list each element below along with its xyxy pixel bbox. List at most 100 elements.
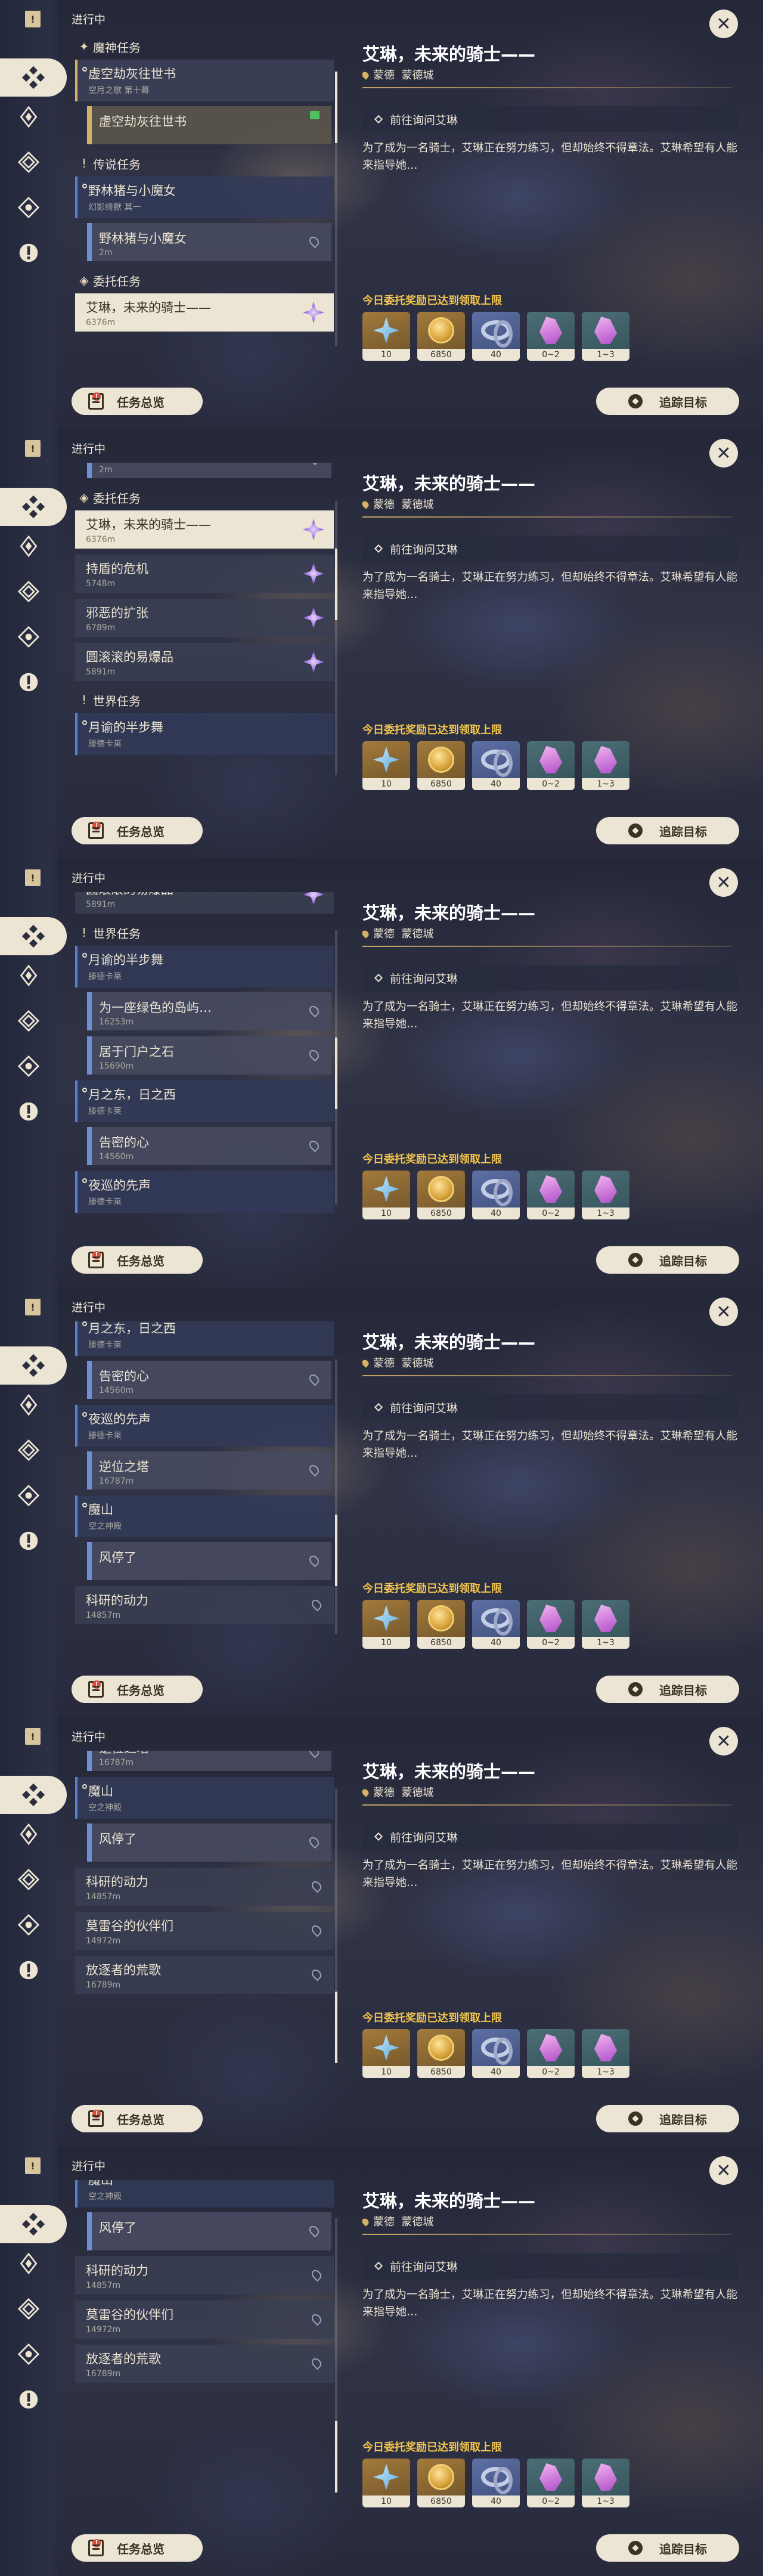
reward-item[interactable]: 6850 — [417, 312, 465, 361]
track-target-button[interactable]: 追踪目标 — [596, 388, 739, 415]
sidebar-archon-icon[interactable] — [17, 1393, 41, 1417]
sidebar-world-icon[interactable] — [17, 1100, 41, 1123]
quest-list[interactable]: 野林猪与小魔女2m ◈ 委托任务艾琳，未来的骑士—— 6376m 持盾的危机 5748m 邪… — [67, 463, 336, 807]
quest-group-card[interactable]: 月谕的半步舞 滕德卡莱 — [75, 713, 334, 755]
reward-item[interactable]: 0~2 — [527, 2029, 575, 2078]
quest-step-item[interactable]: 居于门户之石 15690m — [87, 1036, 331, 1075]
commission-item[interactable]: 持盾的危机 5748m — [75, 555, 334, 593]
sidebar-commission-icon[interactable] — [17, 1054, 41, 1078]
reward-item[interactable]: 10 — [362, 741, 410, 790]
sidebar-tab-all[interactable] — [0, 488, 67, 526]
track-target-button[interactable]: 追踪目标 — [596, 1246, 739, 1274]
quest-step-item[interactable]: 野林猪与小魔女2m — [87, 223, 331, 261]
sidebar-tab-all[interactable] — [0, 1776, 67, 1814]
sidebar-archon-icon[interactable] — [17, 964, 41, 987]
reward-item[interactable]: 1~3 — [582, 2459, 629, 2507]
commission-item[interactable]: 艾琳，未来的骑士—— 6376m — [75, 293, 334, 332]
commission-item[interactable]: 科研的动力 14857m — [75, 2256, 334, 2295]
reward-item[interactable]: 1~3 — [582, 2029, 629, 2078]
sidebar-tab-all[interactable] — [0, 58, 67, 97]
close-button[interactable]: ✕ — [709, 2156, 738, 2185]
sidebar-story-icon[interactable] — [17, 1009, 41, 1033]
reward-item[interactable]: 40 — [472, 1600, 520, 1649]
sidebar-story-icon[interactable] — [17, 580, 41, 603]
quest-step-item[interactable]: 告密的心 14560m — [87, 1361, 331, 1399]
close-button[interactable]: ✕ — [709, 1298, 738, 1326]
commission-item[interactable]: 圆滚滚的易爆品 5891m — [75, 892, 334, 914]
quest-group-card[interactable]: 魔山 空之神殿 — [75, 1777, 334, 1819]
sidebar-world-icon[interactable] — [17, 1958, 41, 1982]
quest-group-card[interactable]: 月之东，日之西 滕德卡莱 — [75, 1321, 334, 1356]
quest-overview-button[interactable]: ! 任务总览 — [72, 2534, 203, 2562]
list-scrollbar[interactable] — [335, 1789, 337, 2063]
list-scroll-thumb[interactable] — [335, 72, 337, 143]
sidebar-archon-icon[interactable] — [17, 2252, 41, 2275]
quest-group-card[interactable]: 月谕的半步舞 滕德卡莱 — [75, 946, 334, 987]
sidebar-world-icon[interactable] — [17, 1529, 41, 1553]
quest-group-card[interactable]: 魔山 空之神殿 — [75, 1496, 334, 1537]
track-target-button[interactable]: 追踪目标 — [596, 1676, 739, 1703]
reward-item[interactable]: 10 — [362, 2029, 410, 2078]
commission-item[interactable]: 莫雷谷的伙伴们 14972m — [75, 2301, 334, 2339]
reward-item[interactable]: 6850 — [417, 2029, 465, 2078]
sidebar-story-icon[interactable] — [17, 2297, 41, 2321]
commission-item[interactable]: 莫雷谷的伙伴们 14972m — [75, 1912, 334, 1950]
reward-item[interactable]: 40 — [472, 741, 520, 790]
list-scroll-thumb[interactable] — [335, 1515, 337, 1586]
reward-item[interactable]: 6850 — [417, 1600, 465, 1649]
quest-list[interactable]: 魔山 空之神殿风停了科研的动力 14857m 莫雷谷的伙伴们 14972m 放逐者的荒歌 1… — [67, 2180, 336, 2525]
reward-item[interactable]: 40 — [472, 2029, 520, 2078]
commission-item[interactable]: 放逐者的荒歌 16789m — [75, 1956, 334, 1994]
reward-item[interactable]: 10 — [362, 2459, 410, 2507]
quest-group-card[interactable]: 月之东，日之西 滕德卡莱 — [75, 1080, 334, 1122]
sidebar-world-icon[interactable] — [17, 670, 41, 694]
reward-item[interactable]: 1~3 — [582, 1600, 629, 1649]
reward-item[interactable]: 0~2 — [527, 2459, 575, 2507]
sidebar-commission-icon[interactable] — [17, 1913, 41, 1937]
sidebar-commission-icon[interactable] — [17, 196, 41, 219]
quest-list[interactable]: 月之东，日之西 滕德卡莱 告密的心 14560m 夜巡的先声 滕德卡莱 逆位之塔 16787m… — [67, 1321, 336, 1666]
reward-item[interactable]: 40 — [472, 2459, 520, 2507]
commission-item[interactable]: 科研的动力 14857m — [75, 1586, 334, 1624]
close-button[interactable]: ✕ — [709, 10, 738, 38]
quest-step-item[interactable]: 野林猪与小魔女2m — [87, 463, 331, 478]
commission-item[interactable]: 科研的动力 14857m — [75, 1868, 334, 1906]
quest-step-item[interactable]: 风停了 — [87, 2212, 331, 2250]
sidebar-commission-icon[interactable] — [17, 1484, 41, 1507]
quest-overview-button[interactable]: ! 任务总览 — [72, 1246, 203, 1274]
list-scroll-thumb[interactable] — [335, 1992, 337, 2063]
quest-overview-button[interactable]: ! 任务总览 — [72, 1676, 203, 1703]
reward-item[interactable]: 10 — [362, 1600, 410, 1649]
track-target-button[interactable]: 追踪目标 — [596, 2105, 739, 2132]
close-button[interactable]: ✕ — [709, 1727, 738, 1755]
list-scrollbar[interactable] — [335, 2218, 337, 2493]
quest-step-item[interactable]: 虚空劫灰往世书 — [87, 106, 331, 144]
quest-step-item[interactable]: 逆位之塔16787m — [87, 1751, 331, 1771]
track-target-button[interactable]: 追踪目标 — [596, 817, 739, 844]
quest-group-card[interactable]: 魔山 空之神殿 — [75, 2180, 334, 2207]
list-scrollbar[interactable] — [335, 72, 337, 346]
list-scrollbar[interactable] — [335, 501, 337, 775]
quest-book-icon[interactable]: ! — [25, 869, 41, 886]
reward-item[interactable]: 10 — [362, 312, 410, 361]
reward-item[interactable]: 10 — [362, 1171, 410, 1219]
quest-list[interactable]: 逆位之塔16787m 魔山空之神殿风停了科研的动力 14857m 莫雷谷的伙伴们 149… — [67, 1751, 336, 2095]
reward-item[interactable]: 1~3 — [582, 1171, 629, 1219]
quest-step-item[interactable]: 为一座绿色的岛屿… 16253m — [87, 992, 331, 1030]
quest-group-card[interactable]: 野林猪与小魔女 幻影绮獸 其一 — [75, 177, 334, 218]
reward-item[interactable]: 6850 — [417, 2459, 465, 2507]
track-target-button[interactable]: 追踪目标 — [596, 2534, 739, 2562]
commission-item[interactable]: 圆滚滚的易爆品 5891m — [75, 643, 334, 681]
reward-item[interactable]: 0~2 — [527, 741, 575, 790]
quest-step-item[interactable]: 逆位之塔16787m — [87, 1451, 331, 1490]
quest-step-item[interactable]: 风停了 — [87, 1542, 331, 1580]
list-scroll-thumb[interactable] — [335, 2421, 337, 2493]
commission-item[interactable]: 放逐者的荒歌 16789m — [75, 2345, 334, 2383]
list-scroll-thumb[interactable] — [335, 1038, 337, 1109]
sidebar-story-icon[interactable] — [17, 1868, 41, 1891]
sidebar-archon-icon[interactable] — [17, 1822, 41, 1846]
quest-book-icon[interactable]: ! — [25, 11, 41, 27]
commission-item[interactable]: 邪恶的扩张 6789m — [75, 599, 334, 637]
quest-book-icon[interactable]: ! — [25, 440, 41, 457]
sidebar-world-icon[interactable] — [17, 241, 41, 265]
